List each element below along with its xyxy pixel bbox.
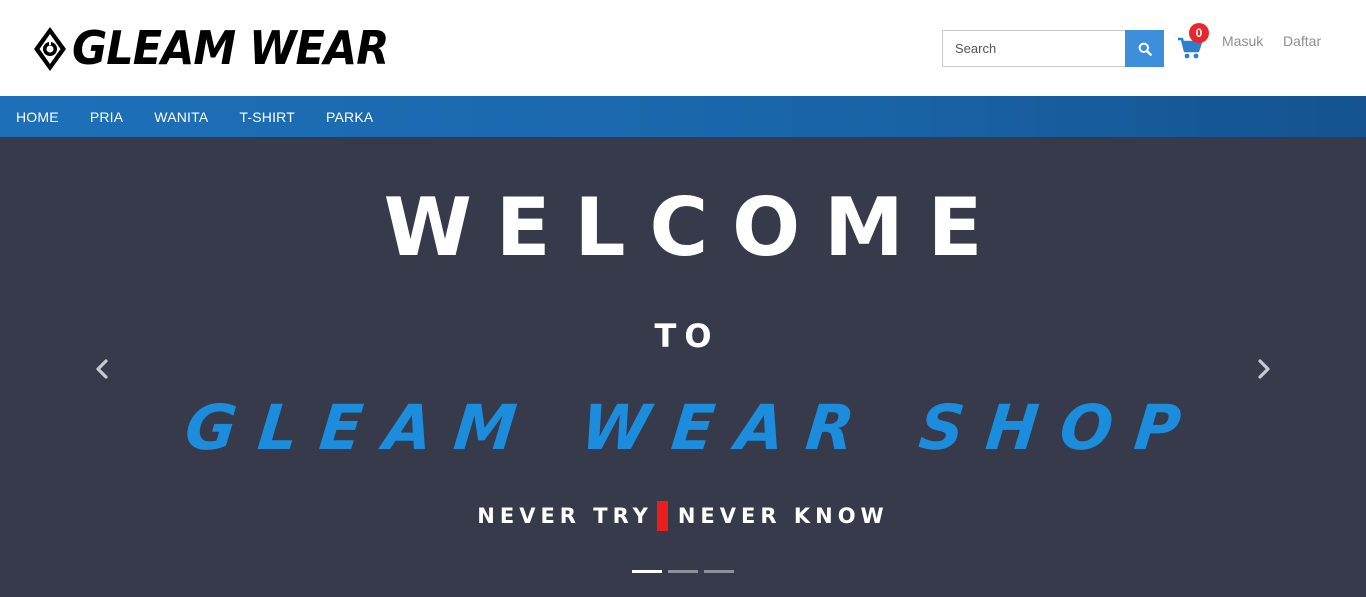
cart-count-badge: 0 xyxy=(1189,23,1209,43)
register-link[interactable]: Daftar xyxy=(1283,33,1321,49)
carousel-indicator[interactable] xyxy=(704,570,734,573)
nav-item-tshirt[interactable]: T-SHIRT xyxy=(239,109,295,125)
nav-item-parka[interactable]: PARKA xyxy=(326,109,373,125)
carousel-indicator[interactable] xyxy=(668,570,698,573)
nav-item-wanita[interactable]: WANITA xyxy=(154,109,208,125)
tagline-right: NEVER KNOW xyxy=(677,504,889,528)
hero-tagline: NEVER TRY NEVER KNOW xyxy=(0,501,1366,531)
login-link[interactable]: Masuk xyxy=(1222,33,1263,49)
site-header: GLEAM WEAR 0 Masuk Daftar xyxy=(0,0,1366,96)
search-button[interactable] xyxy=(1125,30,1164,67)
hero-subheading: TO xyxy=(654,317,720,355)
chevron-right-icon xyxy=(1258,359,1270,379)
nav-item-pria[interactable]: PRIA xyxy=(90,109,123,125)
nav-item-home[interactable]: HOME xyxy=(16,109,59,125)
search-icon xyxy=(1138,42,1152,56)
carousel-next-button[interactable] xyxy=(1254,357,1274,381)
carousel-prev-button[interactable] xyxy=(92,357,112,381)
search-input[interactable] xyxy=(942,30,1125,67)
carousel-indicators xyxy=(632,570,740,573)
search-bar xyxy=(942,30,1164,67)
hero-shop-name: GLEAM WEAR SHOP xyxy=(181,391,1207,464)
tagline-divider xyxy=(656,501,668,531)
logo-text: GLEAM WEAR xyxy=(72,21,389,76)
gleam-wear-logo-icon xyxy=(34,27,66,71)
site-logo[interactable]: GLEAM WEAR xyxy=(32,21,389,76)
tagline-left: NEVER TRY xyxy=(477,504,653,528)
carousel-indicator[interactable] xyxy=(632,570,662,573)
hero-carousel: WELCOME TO GLEAM WEAR SHOP NEVER TRY NEV… xyxy=(0,137,1366,597)
hero-heading: WELCOME xyxy=(383,181,1007,274)
main-nav: HOME PRIA WANITA T-SHIRT PARKA xyxy=(0,96,1366,137)
chevron-left-icon xyxy=(96,359,108,379)
